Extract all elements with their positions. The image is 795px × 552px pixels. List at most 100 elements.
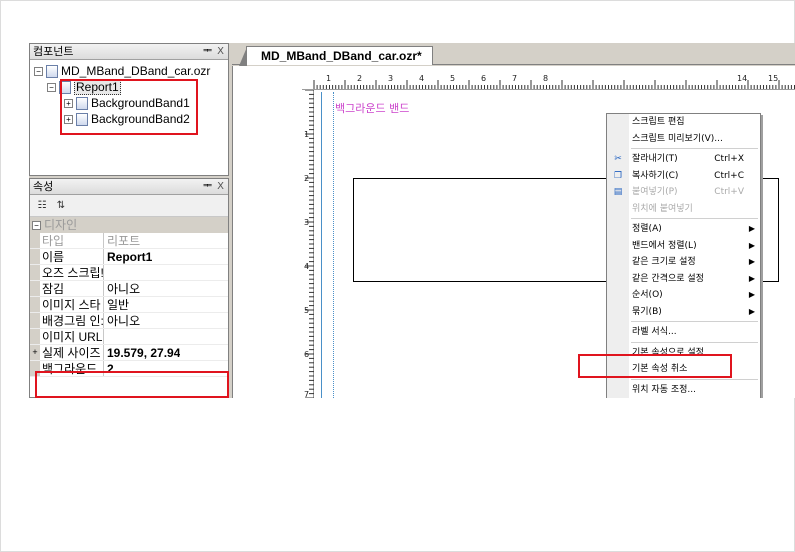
- prop-name: 백그라운드: [40, 361, 104, 376]
- pin-icon[interactable]: ᆍ: [203, 44, 212, 60]
- menu-item[interactable]: 기본 속성으로 설정: [607, 345, 760, 362]
- tree-node-background-band-1[interactable]: + BackgroundBand1: [30, 95, 228, 111]
- components-panel-header: 컴포넌트 ᆍ X: [30, 44, 228, 60]
- collapse-icon[interactable]: −: [47, 83, 56, 93]
- ruler-label: 4: [304, 262, 310, 271]
- ruler-label: 3: [388, 74, 394, 83]
- tree-report-label: Report1: [74, 79, 121, 95]
- submenu-arrow-icon: ▶: [748, 290, 755, 299]
- menu-item[interactable]: 스크립트 미리보기(V)...: [607, 131, 760, 148]
- expand-icon[interactable]: +: [64, 99, 73, 109]
- ruler-label: 14: [737, 74, 748, 83]
- prop-value: [104, 329, 107, 344]
- ruler-label: 3: [304, 218, 310, 227]
- menu-item[interactable]: 묶기(B) ▶: [607, 304, 760, 321]
- expand-icon[interactable]: +: [64, 115, 73, 125]
- categorized-icon[interactable]: ☷: [34, 198, 50, 214]
- properties-panel-header: 속성 ᆍ X: [30, 179, 228, 195]
- menu-item-label: 묶기(B): [632, 306, 662, 317]
- prop-value: 리포트: [107, 234, 141, 248]
- menu-item-label: 위치 자동 조정...: [632, 384, 696, 395]
- band-icon: [76, 97, 88, 111]
- menu-item-label: 기본 속성 취소: [632, 364, 688, 374]
- components-panel: 컴포넌트 ᆍ X − MD_MBand_DBand_car.ozr − Report…: [29, 43, 229, 176]
- tree-node-report[interactable]: − Report1: [30, 79, 228, 95]
- menu-item[interactable]: 스크립트 편집: [607, 114, 760, 131]
- menu-item-label: 같은 간격으로 설정: [632, 273, 704, 284]
- properties-panel-title: 속성: [33, 180, 54, 193]
- prop-name: 이미지 URL: [42, 329, 104, 344]
- report-icon: [59, 81, 71, 95]
- properties-toolbar: ☷ ⇅: [30, 195, 228, 217]
- menu-item-label: 라벨 서식...: [632, 327, 677, 337]
- background-band-label[interactable]: 백그라운드 밴드: [335, 100, 409, 116]
- menu-item-label: 잘라내기(T): [632, 154, 678, 164]
- prop-value: Report1: [107, 250, 153, 264]
- menu-item[interactable]: 라벨 서식...: [607, 324, 760, 341]
- prop-row-oz-script[interactable]: 오즈 스크립!: [30, 265, 228, 281]
- tree-root-label: MD_MBand_DBand_car.ozr: [61, 64, 211, 78]
- prop-value: 2: [107, 362, 114, 376]
- menu-item[interactable]: 같은 크기로 설정 ▶: [607, 254, 760, 271]
- prop-row-name[interactable]: 이름 Report1: [30, 249, 228, 265]
- page-margin-line: [321, 92, 322, 398]
- submenu-arrow-icon: ▶: [748, 306, 755, 316]
- menu-item[interactable]: 같은 간격으로 설정 ▶: [607, 271, 760, 288]
- menu-item-label: 기본 속성으로 설정: [632, 347, 704, 358]
- file-icon: [46, 65, 58, 79]
- band-guide-line: [333, 92, 334, 398]
- submenu-arrow-icon: ▶: [748, 257, 755, 266]
- ruler-label: 1: [326, 74, 332, 83]
- ruler-label: 4: [419, 74, 425, 83]
- screenshot-frame: 컴포넌트 ᆍ X − MD_MBand_DBand_car.ozr − Report…: [0, 0, 795, 552]
- prop-name: 실제 사이즈: [40, 345, 104, 360]
- pin-icon[interactable]: ᆍ: [203, 179, 212, 195]
- context-menu: 스크립트 편집 스크립트 미리보기(V)... ✂ 잘라내기(T) Ctrl+X ❐ 복사하…: [606, 113, 761, 398]
- prop-name: 배경그림 인:: [42, 313, 104, 328]
- ruler-label: 5: [450, 74, 456, 83]
- menu-item[interactable]: 기본 속성 취소: [607, 361, 760, 378]
- prop-row-background-print[interactable]: 배경그림 인: 아니오: [30, 313, 228, 329]
- properties-panel: 속성 ᆍ X ☷ ⇅ − 디자인 타입 리포트 이름 Report1 오즈 스크립! 잠…: [29, 178, 229, 398]
- prop-name: 이름: [40, 249, 104, 264]
- prop-value: 일반: [107, 298, 130, 312]
- tree-node-background-band-2[interactable]: + BackgroundBand2: [30, 111, 228, 127]
- vertical-ruler: 1 2 3 4 5 6 7: [302, 90, 314, 398]
- sort-alpha-icon[interactable]: ⇅: [53, 198, 69, 214]
- submenu-arrow-icon: ▶: [748, 240, 755, 250]
- menu-item[interactable]: 순서(O) ▶: [607, 287, 760, 304]
- ruler-ticks: [313, 80, 795, 89]
- close-icon[interactable]: X: [217, 179, 224, 195]
- close-icon[interactable]: X: [217, 44, 224, 60]
- ruler-label: 1: [304, 130, 310, 139]
- prop-row-image-style[interactable]: 이미지 스타 일반: [30, 297, 228, 313]
- menu-item-label: 스크립트 편집: [632, 117, 685, 127]
- submenu-arrow-icon: ▶: [748, 273, 755, 283]
- collapse-icon[interactable]: −: [34, 67, 43, 77]
- category-design[interactable]: − 디자인: [30, 217, 228, 233]
- menu-shortcut: Ctrl+C: [714, 170, 744, 181]
- prop-value: 19.579, 27.94: [107, 346, 181, 360]
- menu-item[interactable]: 정렬(A) ▶: [607, 221, 760, 238]
- tab-document[interactable]: MD_MBand_DBand_car.ozr*: [239, 46, 433, 66]
- band-icon: [76, 113, 88, 127]
- menu-item[interactable]: 밴드에서 정렬(L) ▶: [607, 238, 760, 255]
- tree-node-root[interactable]: − MD_MBand_DBand_car.ozr: [30, 63, 228, 79]
- menu-item[interactable]: ❐ 복사하기(C) Ctrl+C: [607, 168, 760, 185]
- ruler-label: 2: [357, 74, 363, 83]
- collapse-icon[interactable]: −: [32, 221, 41, 231]
- menu-item[interactable]: ✂ 잘라내기(T) Ctrl+X: [607, 151, 760, 168]
- prop-row-actual-size[interactable]: + 실제 사이즈 19.579, 27.94: [30, 345, 228, 361]
- components-panel-title: 컴포넌트: [33, 45, 74, 58]
- prop-row-type[interactable]: 타입 리포트: [30, 233, 228, 249]
- menu-item-label: 밴드에서 정렬(L): [632, 240, 697, 251]
- menu-item-label: 위치에 붙여넣기: [632, 203, 693, 214]
- property-grid: − 디자인 타입 리포트 이름 Report1 오즈 스크립! 잠김 아니오 이미지 스…: [30, 217, 228, 377]
- prop-row-background[interactable]: 백그라운드 2: [30, 361, 228, 377]
- prop-value: 아니오: [107, 314, 141, 328]
- prop-row-locked[interactable]: 잠김 아니오: [30, 281, 228, 297]
- menu-item[interactable]: 위치 자동 조정...: [607, 382, 760, 399]
- menu-shortcut: Ctrl+X: [714, 154, 744, 164]
- ruler-label: 8: [543, 74, 549, 83]
- prop-row-image-url[interactable]: 이미지 URL: [30, 329, 228, 345]
